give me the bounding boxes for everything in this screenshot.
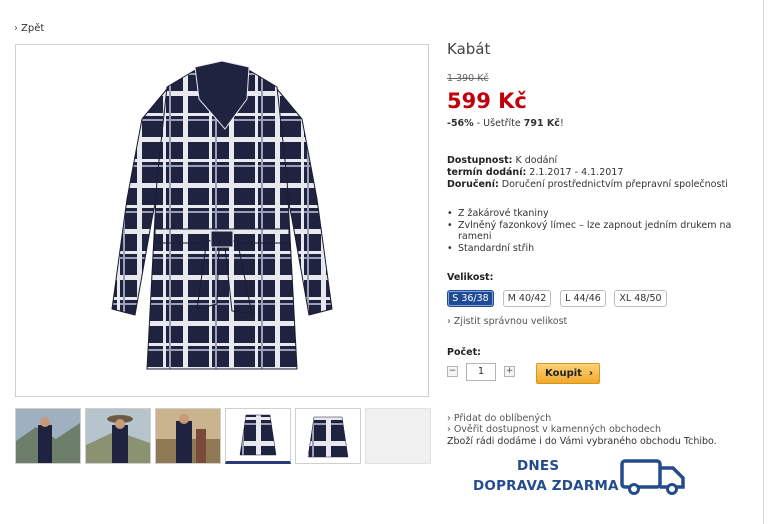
product-main-image[interactable] xyxy=(15,44,429,397)
quantity-label: Počet: xyxy=(447,347,481,358)
feature-item: Zvlněný fazonkový límec – lze zapnout je… xyxy=(447,220,747,243)
delivery-date-label: termín dodání: xyxy=(447,167,527,178)
free-delivery-label: DOPRAVA ZDARMA xyxy=(473,478,619,494)
size-guide-label: Zjistit správnou velikost xyxy=(453,316,568,327)
delivery-date-row: termín dodání: 2.1.2017 - 4.1.2017 xyxy=(447,167,623,178)
back-link-label: Zpět xyxy=(21,23,45,34)
coat-image xyxy=(111,60,333,370)
thumbnail-1[interactable] xyxy=(15,408,81,464)
buy-button-label: Koupit xyxy=(545,368,582,379)
old-price: 1 390 Kč xyxy=(447,73,489,84)
thumbnail-photo-3 xyxy=(156,409,220,463)
size-option-s[interactable]: S 36/38 xyxy=(447,290,494,307)
thumbnail-photo-1 xyxy=(16,409,80,463)
availability-row: Dostupnost: K dodání xyxy=(447,155,557,166)
product-title: Kabát xyxy=(447,40,491,58)
savings-end: ! xyxy=(559,118,564,129)
size-label: Velikost: xyxy=(447,272,494,283)
size-option-xl[interactable]: XL 48/50 xyxy=(614,290,667,307)
savings-amount: 791 Kč xyxy=(523,118,560,129)
delivery-date-value: 2.1.2017 - 4.1.2017 xyxy=(529,167,624,178)
size-option-m[interactable]: M 40/42 xyxy=(503,290,551,307)
availability-value: K dodání xyxy=(515,155,558,166)
current-price: 599 Kč xyxy=(447,89,527,113)
quantity-increase-button[interactable]: + xyxy=(504,366,515,377)
add-to-favorites-label: Přidat do oblíbených xyxy=(453,413,552,424)
check-store-availability-link[interactable]: › Ověřit dostupnost v kamenných obchodech xyxy=(447,424,661,435)
thumbnail-5[interactable] xyxy=(295,408,361,464)
thumbnail-6[interactable] xyxy=(365,408,431,464)
thumbnail-3[interactable] xyxy=(155,408,221,464)
chevron-right-icon: › xyxy=(447,424,451,435)
chevron-right-icon: › xyxy=(447,316,451,327)
thumbnail-coat-front xyxy=(226,409,290,461)
add-to-favorites-link[interactable]: › Přidat do oblíbených xyxy=(447,413,551,424)
size-guide-link[interactable]: › Zjistit správnou velikost xyxy=(447,316,567,327)
thumbnail-4[interactable] xyxy=(225,408,291,464)
free-delivery-today: DNES xyxy=(517,458,560,474)
chevron-right-icon: › xyxy=(588,368,593,379)
discount-percent: -56% xyxy=(447,118,474,129)
feature-list: Z žakárové tkaniny Zvlněný fazonkový lím… xyxy=(447,208,747,254)
feature-item-line-2: rameni xyxy=(458,231,492,242)
feature-item: Z žakárové tkaniny xyxy=(447,208,747,220)
feature-item-line-1: Zvlněný fazonkový límec – lze zapnout je… xyxy=(458,219,732,231)
shipping-value: Doručení prostřednictvím přepravní spole… xyxy=(501,179,728,190)
thumbnail-2[interactable] xyxy=(85,408,151,464)
chevron-right-icon: › xyxy=(447,413,451,424)
thumbnail-photo-2 xyxy=(86,409,150,463)
size-option-l[interactable]: L 44/46 xyxy=(560,290,606,307)
shipping-row: Doručení: Doručení prostřednictvím přepr… xyxy=(447,179,728,190)
truck-icon xyxy=(620,459,685,495)
buy-button[interactable]: Koupit › xyxy=(536,363,600,384)
thumbnail-coat-back xyxy=(296,409,360,463)
store-delivery-note: Zboží rádi dodáme i do Vámi vybraného ob… xyxy=(447,436,717,447)
chevron-right-icon: › xyxy=(14,23,18,34)
availability-label: Dostupnost: xyxy=(447,155,513,166)
back-link[interactable]: › Zpět xyxy=(14,23,44,34)
savings-text: -56% - Ušetříte 791 Kč! xyxy=(447,118,564,129)
page-divider xyxy=(763,0,764,524)
feature-item: Standardní střih xyxy=(447,243,747,255)
quantity-input[interactable]: 1 xyxy=(466,363,496,381)
savings-label: - Ušetříte xyxy=(476,118,521,129)
check-store-availability-label: Ověřit dostupnost v kamenných obchodech xyxy=(453,424,661,435)
shipping-label: Doručení: xyxy=(447,179,499,190)
quantity-decrease-button[interactable]: − xyxy=(447,366,458,377)
